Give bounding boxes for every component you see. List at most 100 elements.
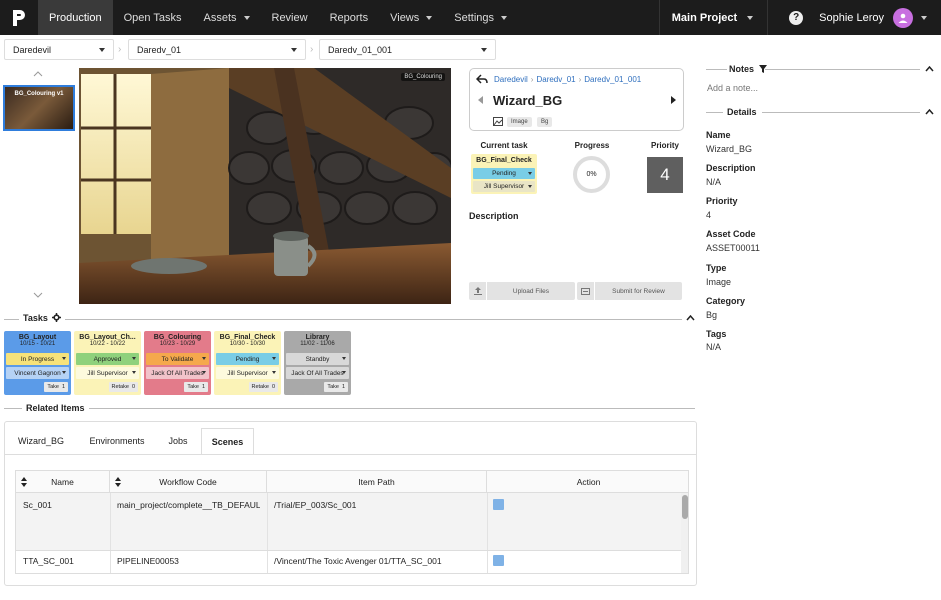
take-counter: Take 1 <box>44 382 68 392</box>
divider <box>4 319 682 320</box>
crumb-link-project[interactable]: Daredevil <box>494 75 528 84</box>
crumb-link-shot[interactable]: Daredv_01_001 <box>584 75 641 84</box>
chevron-up-icon[interactable] <box>33 71 43 77</box>
current-task-name: BG_Final_Check <box>476 157 532 164</box>
take-counter: Retake 0 <box>108 382 138 392</box>
related-items-title: Related Items <box>22 403 89 413</box>
nav-reports[interactable]: Reports <box>319 0 380 35</box>
task-card[interactable]: Library 11/02 - 11/06 Standby Jack Of All T… <box>284 331 351 395</box>
task-assignee[interactable]: Jill Supervisor <box>76 367 139 379</box>
chevron-down-icon <box>99 47 105 52</box>
current-task-assignee[interactable]: Jill Supervisor <box>473 181 535 192</box>
asset-info-card: Daredevil › Daredv_01 › Daredv_01_001 Wizard… <box>469 68 684 131</box>
chevron-down-icon <box>921 15 927 20</box>
chevron-down-icon <box>132 357 136 360</box>
episode-select[interactable]: Daredv_01 <box>128 39 306 60</box>
shot-select[interactable]: Daredv_01_001 <box>319 39 496 60</box>
task-assignee[interactable]: Jack Of All Trades <box>146 367 209 379</box>
task-status[interactable]: To Validate <box>146 353 209 365</box>
prev-asset-icon[interactable] <box>478 96 484 104</box>
tag-chip: Bg <box>537 117 553 127</box>
current-task-card[interactable]: BG_Final_Check Pending Jill Supervisor <box>471 154 537 194</box>
media-viewer[interactable]: BG_Colouring <box>79 68 451 304</box>
task-assignee[interactable]: Jill Supervisor <box>216 367 279 379</box>
detail-value: N/A <box>706 177 722 187</box>
project-selector[interactable]: Main Project <box>658 0 769 35</box>
priority-badge: 4 <box>647 157 683 193</box>
nav-review[interactable]: Review <box>261 0 319 35</box>
take-counter: Take 1 <box>324 382 348 392</box>
note-input[interactable]: Add a note... <box>707 83 758 93</box>
current-task-heading: Current task <box>480 141 528 150</box>
next-asset-icon[interactable] <box>671 96 677 104</box>
gear-icon[interactable] <box>52 313 62 322</box>
related-items-panel: Wizard_BG Environments Jobs Scenes Name … <box>4 421 697 586</box>
detail-label: Name <box>706 130 731 140</box>
version-tag: BG_Colouring <box>401 73 445 81</box>
chevron-down-icon <box>528 185 532 188</box>
chevron-down-icon[interactable] <box>33 292 43 298</box>
chevron-right-icon: › <box>118 44 122 55</box>
scrollbar-thumb[interactable] <box>682 495 688 519</box>
tab-jobs[interactable]: Jobs <box>160 428 196 454</box>
nav-views[interactable]: Views <box>379 0 443 35</box>
user-menu[interactable]: Sophie Leroy <box>819 7 941 28</box>
crumb-link-episode[interactable]: Daredv_01 <box>536 75 575 84</box>
task-status[interactable]: Approved <box>76 353 139 365</box>
back-arrow-icon[interactable] <box>476 74 488 85</box>
task-card[interactable]: BG_Colouring 10/23 - 10/29 To Validate Jack… <box>144 331 211 395</box>
app-logo-icon[interactable] <box>0 0 38 35</box>
sort-icon[interactable] <box>21 477 27 487</box>
collapse-icon[interactable] <box>925 66 934 72</box>
column-header-name[interactable]: Name <box>16 471 110 493</box>
tab-scenes[interactable]: Scenes <box>201 428 254 454</box>
current-task-status[interactable]: Pending <box>473 168 535 179</box>
upload-files-button[interactable]: Upload Files <box>469 282 575 300</box>
breadcrumb: Daredevil › Daredv_01 › Daredv_01_001 <box>0 35 700 65</box>
column-header-action[interactable]: Action <box>487 471 688 493</box>
task-name: BG_Final_Check <box>219 334 276 341</box>
cell-name: Sc_001 <box>23 500 52 510</box>
nav-settings[interactable]: Settings <box>443 0 518 35</box>
nav-open-tasks[interactable]: Open Tasks <box>113 0 193 35</box>
tab-wizard-bg[interactable]: Wizard_BG <box>11 428 71 454</box>
chevron-down-icon <box>747 15 754 20</box>
scenes-table: Name Workflow Code Item Path Action Sc_0… <box>15 470 689 574</box>
chevron-down-icon <box>342 371 346 374</box>
upload-icon <box>469 282 487 300</box>
task-status[interactable]: In Progress <box>6 353 69 365</box>
column-header-item-path[interactable]: Item Path <box>267 471 487 493</box>
task-status[interactable]: Pending <box>216 353 279 365</box>
task-name: BG_Colouring <box>153 334 202 341</box>
detail-value: Image <box>706 277 732 287</box>
chevron-down-icon <box>272 357 276 360</box>
user-name: Sophie Leroy <box>819 11 884 24</box>
task-status[interactable]: Standby <box>286 353 349 365</box>
help-icon[interactable]: ? <box>789 10 804 25</box>
edit-icon[interactable] <box>493 555 504 566</box>
task-assignee[interactable]: Vincent Gagnon <box>6 367 69 379</box>
chevron-down-icon <box>501 15 508 20</box>
task-assignee[interactable]: Jack Of All Trades <box>286 367 349 379</box>
column-header-workflow[interactable]: Workflow Code <box>110 471 267 493</box>
task-dates: 10/15 - 10/21 <box>19 341 56 347</box>
tab-environments[interactable]: Environments <box>81 428 153 454</box>
scrollbar[interactable] <box>681 493 688 573</box>
project-select[interactable]: Daredevil <box>4 39 114 60</box>
sort-icon[interactable] <box>115 477 121 487</box>
nav-assets[interactable]: Assets <box>192 0 260 35</box>
chevron-down-icon <box>291 47 297 52</box>
task-card[interactable]: BG_Layout 10/15 - 10/21 In Progress Vincent… <box>4 331 71 395</box>
right-sidebar: Notes Add a note... Details Name Wizard_… <box>700 35 941 600</box>
task-card[interactable]: BG_Final_Check 10/30 - 10/30 Pending Jill S… <box>214 331 281 395</box>
collapse-icon[interactable] <box>925 109 934 115</box>
chevron-down-icon <box>62 371 66 374</box>
edit-icon[interactable] <box>493 499 504 510</box>
task-name: Library <box>305 334 330 341</box>
nav-production[interactable]: Production <box>38 0 113 35</box>
chevron-down-icon <box>202 357 206 360</box>
version-thumbnail[interactable]: BG_Colouring v1 <box>3 85 75 131</box>
task-card[interactable]: BG_Layout_Ch... 10/22 - 10/22 Approved Jill… <box>74 331 141 395</box>
collapse-icon[interactable] <box>686 315 695 321</box>
submit-review-button[interactable]: Submit for Review <box>577 282 682 300</box>
